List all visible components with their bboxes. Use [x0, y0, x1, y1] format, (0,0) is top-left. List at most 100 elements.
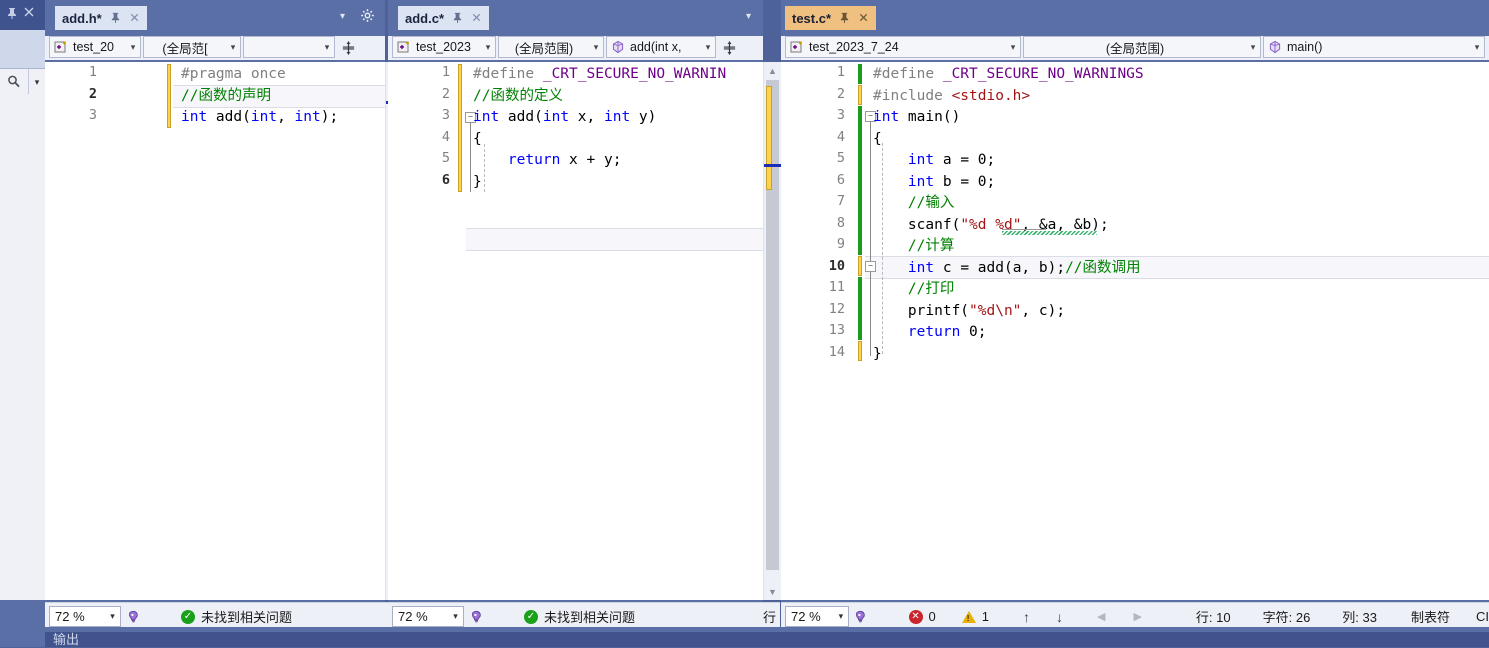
vertical-scrollbar-2[interactable]: ▲ ▼: [763, 62, 794, 600]
tab-test-c[interactable]: test.c*: [785, 6, 877, 30]
intellicode-icon[interactable]: [464, 609, 490, 625]
code-editor-add-c[interactable]: − 1 #define _CRT_SECURE_NO_WARNIN 2//函数的定义…: [388, 62, 763, 600]
code-line[interactable]: //函数的定义: [473, 86, 563, 108]
code-editor-add-h[interactable]: 1 #pragma once 2//函数的声明 3 int add(int, int);: [45, 62, 385, 600]
code-line[interactable]: int add(int, int);: [181, 107, 338, 129]
scroll-down-arrow-icon[interactable]: ▼: [764, 583, 781, 600]
chevron-down-icon[interactable]: ▾: [589, 42, 603, 53]
chevron-down-icon[interactable]: ▾: [105, 611, 120, 622]
scope-dropdown-3[interactable]: (全局范围) ▾: [1023, 36, 1261, 58]
tab-add-c[interactable]: add.c*: [398, 6, 490, 30]
encoding-label[interactable]: CI: [1476, 609, 1489, 624]
code-line[interactable]: return x + y;: [473, 150, 622, 172]
next-issue-arrow-icon[interactable]: ↓: [1056, 609, 1063, 625]
project-dropdown-3[interactable]: test_2023_7_24 ▾: [785, 36, 1021, 58]
code-token: x + y;: [560, 152, 622, 168]
chevron-down-icon[interactable]: ▾: [448, 611, 463, 622]
code-line[interactable]: #define _CRT_SECURE_NO_WARNIN: [473, 64, 726, 86]
code-line[interactable]: int b = 0;: [873, 172, 995, 194]
chevron-down-icon[interactable]: ▾: [320, 42, 334, 53]
zoom-level: 72 %: [791, 609, 821, 624]
chevron-down-icon[interactable]: ▾: [1470, 42, 1484, 53]
chevron-down-icon[interactable]: ▾: [126, 42, 140, 53]
search-icon[interactable]: [0, 69, 29, 95]
tab-overflow-chevron-icon[interactable]: ▾: [340, 11, 345, 22]
code-line[interactable]: int add(int x, int y): [473, 107, 656, 129]
code-line[interactable]: printf("%d\n", c);: [873, 301, 1065, 323]
zoom-dropdown-3[interactable]: 72 % ▾: [785, 606, 850, 627]
member-dropdown-1[interactable]: ▾: [243, 36, 335, 58]
tab-add-h[interactable]: add.h*: [55, 6, 147, 30]
code-line[interactable]: //输入: [873, 193, 954, 215]
code-line[interactable]: return 0;: [873, 322, 987, 344]
prev-issue-arrow-icon[interactable]: ↑: [1023, 609, 1030, 625]
navigate-forward-icon[interactable]: ▶: [1133, 610, 1141, 623]
close-icon[interactable]: [858, 11, 869, 25]
member-dropdown-3[interactable]: main() ▾: [1263, 36, 1485, 58]
pin-icon[interactable]: [839, 12, 850, 25]
code-token: _CRT_SECURE_NO_WARNINGS: [942, 66, 1144, 82]
code-line[interactable]: #define _CRT_SECURE_NO_WARNINGS: [873, 64, 1144, 86]
chevron-down-icon[interactable]: ▾: [29, 69, 45, 95]
intellicode-icon[interactable]: [121, 609, 147, 625]
editor-pane-test-c: test.c* test_2023_7_24 ▾ (全局范围) ▾ main()…: [781, 0, 1489, 647]
code-line[interactable]: {: [873, 129, 882, 151]
code-editor-test-c[interactable]: − − 1 #define _CRT_SECURE_NO_WARNINGS 2 #in…: [781, 62, 1489, 600]
scroll-up-arrow-icon[interactable]: ▲: [764, 62, 781, 79]
pin-icon[interactable]: [110, 12, 121, 25]
scope-dropdown-2[interactable]: (全局范围) ▾: [498, 36, 604, 58]
close-icon[interactable]: [471, 11, 482, 25]
chevron-down-icon[interactable]: ▾: [833, 611, 848, 622]
code-line[interactable]: int main(): [873, 107, 960, 129]
code-token: {: [473, 130, 482, 147]
left-dock-search-row[interactable]: ▾: [0, 68, 45, 96]
close-icon[interactable]: [22, 6, 36, 20]
error-circle-icon: ✕: [908, 609, 923, 624]
code-line[interactable]: //计算: [873, 236, 954, 258]
code-line[interactable]: }: [873, 344, 882, 366]
split-horizontal-icon[interactable]: [718, 36, 740, 60]
code-line[interactable]: //打印: [873, 279, 954, 301]
project-dropdown-1[interactable]: test_20 ▾: [49, 36, 141, 58]
chevron-down-icon[interactable]: ▾: [1006, 42, 1020, 53]
tab-mode-label[interactable]: 制表符: [1411, 607, 1450, 626]
close-icon[interactable]: [129, 11, 140, 25]
pin-icon[interactable]: [5, 7, 19, 21]
zoom-dropdown-2[interactable]: 72 % ▾: [392, 606, 464, 627]
intellicode-icon[interactable]: [849, 609, 872, 625]
chevron-down-icon[interactable]: ▾: [701, 42, 715, 53]
navigate-back-icon[interactable]: ◀: [1097, 610, 1105, 623]
code-line[interactable]: int c = add(a, b);//函数调用: [873, 258, 1141, 280]
scope-dropdown-1[interactable]: (全局范[ ▾: [143, 36, 241, 58]
code-token: int: [873, 109, 900, 125]
gear-icon[interactable]: [360, 8, 375, 26]
editor-pane-add-h: add.h* ▾ test_20 ▾ (全局范[▾ ▾ 1 #pragma o…: [45, 0, 416, 647]
chevron-down-icon[interactable]: ▾: [1246, 42, 1260, 53]
left-dock-titlebar: [0, 0, 45, 30]
member-dropdown-2[interactable]: add(int x, ▾: [606, 36, 716, 58]
warning-count-badge[interactable]: 1: [961, 609, 989, 624]
output-tab-label[interactable]: 输出: [53, 629, 79, 648]
split-horizontal-icon[interactable]: [337, 36, 359, 60]
code-token: //打印: [907, 281, 955, 297]
chevron-down-icon[interactable]: ▾: [481, 42, 495, 53]
code-token: int: [294, 109, 321, 125]
tab-overflow-chevron-icon[interactable]: ▾: [746, 11, 751, 22]
code-line[interactable]: //函数的声明: [181, 86, 271, 108]
code-token: printf(: [873, 302, 970, 319]
chevron-down-icon[interactable]: ▾: [226, 42, 240, 53]
error-count-badge[interactable]: ✕ 0: [908, 609, 936, 624]
code-line[interactable]: #pragma once: [181, 64, 286, 86]
zoom-dropdown-1[interactable]: 72 % ▾: [49, 606, 121, 627]
code-line[interactable]: }: [473, 172, 482, 194]
code-line[interactable]: #include <stdio.h>: [873, 86, 1030, 108]
pin-icon[interactable]: [452, 12, 463, 25]
code-line[interactable]: int a = 0;: [873, 150, 995, 172]
project-dropdown-2[interactable]: test_2023 ▾: [392, 36, 496, 58]
code-line[interactable]: {: [473, 129, 482, 151]
output-panel: 输出: [45, 627, 1489, 647]
